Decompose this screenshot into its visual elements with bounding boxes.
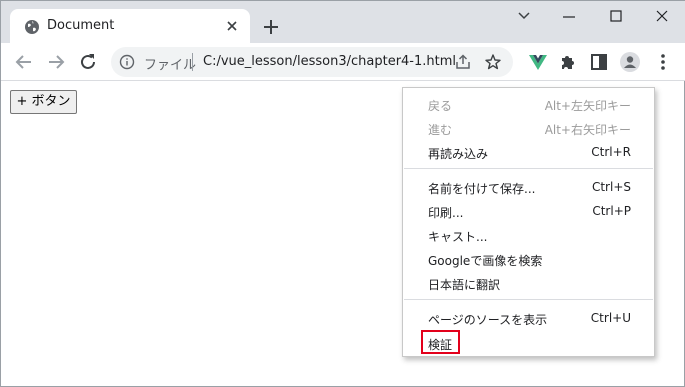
- context-menu: 戻る Alt+左矢印キー 進む Alt+右矢印キー 再読み込み Ctrl+R 名…: [402, 87, 655, 357]
- menu-item-label: 日本語に翻訳: [428, 278, 501, 292]
- side-panel-icon[interactable]: [588, 51, 610, 73]
- profile-icon[interactable]: [619, 51, 641, 73]
- kebab-menu-icon[interactable]: [652, 51, 674, 73]
- menu-item-label: 名前を付けて保存...: [428, 182, 536, 196]
- menu-item-shortcut: Ctrl+P: [592, 204, 631, 218]
- menu-item-back[interactable]: 戻る Alt+左矢印キー: [403, 93, 654, 115]
- plus-icon[interactable]: [261, 17, 281, 37]
- add-button[interactable]: + ボタン: [10, 90, 77, 114]
- reload-icon[interactable]: [77, 51, 99, 73]
- minimize-icon[interactable]: [558, 7, 580, 25]
- menu-item-label: 進む: [428, 123, 453, 137]
- share-icon[interactable]: [454, 53, 472, 71]
- window-close-icon[interactable]: [651, 7, 673, 25]
- omnibox-divider: [192, 53, 193, 71]
- chevron-down-icon[interactable]: [513, 7, 535, 25]
- menu-item-shortcut: Alt+左矢印キー: [544, 99, 631, 113]
- back-icon[interactable]: [13, 51, 35, 73]
- menu-item-save-as[interactable]: 名前を付けて保存... Ctrl+S: [403, 176, 654, 198]
- browser-window: Document ファイル C:/vue_lesson/lesson3/chap…: [0, 0, 685, 387]
- menu-item-shortcut: Ctrl+R: [591, 145, 631, 159]
- menu-item-label: 戻る: [428, 99, 453, 113]
- menu-item-translate[interactable]: 日本語に翻訳: [403, 272, 654, 294]
- tab-document[interactable]: Document: [10, 9, 250, 43]
- globe-icon: [25, 20, 39, 34]
- scheme-label: ファイル: [144, 58, 197, 73]
- vue-devtools-icon[interactable]: [527, 51, 549, 73]
- info-icon[interactable]: [119, 54, 135, 70]
- forward-icon[interactable]: [45, 51, 67, 73]
- tab-title: Document: [47, 18, 115, 33]
- menu-separator: [404, 168, 653, 169]
- menu-item-label: Googleで画像を検索: [428, 254, 543, 268]
- menu-item-shortcut: Alt+右矢印キー: [544, 123, 631, 137]
- menu-item-view-source[interactable]: ページのソースを表示 Ctrl+U: [403, 307, 654, 329]
- menu-separator: [404, 299, 653, 300]
- menu-item-inspect[interactable]: 検証: [403, 330, 654, 354]
- menu-item-reload[interactable]: 再読み込み Ctrl+R: [403, 141, 654, 163]
- tab-strip: Document: [1, 1, 685, 43]
- maximize-icon[interactable]: [605, 7, 627, 25]
- toolbar: ファイル C:/vue_lesson/lesson3/chapter4-1.ht…: [1, 43, 685, 81]
- menu-item-forward[interactable]: 進む Alt+右矢印キー: [403, 117, 654, 139]
- menu-item-label: 印刷...: [428, 206, 464, 220]
- highlight-box: [421, 330, 460, 354]
- menu-item-label: 再読み込み: [428, 147, 489, 161]
- star-icon[interactable]: [484, 53, 502, 71]
- address-bar[interactable]: ファイル C:/vue_lesson/lesson3/chapter4-1.ht…: [111, 47, 513, 77]
- menu-item-print[interactable]: 印刷... Ctrl+P: [403, 200, 654, 222]
- extensions-icon[interactable]: [557, 51, 579, 73]
- menu-item-label: ページのソースを表示: [428, 313, 548, 327]
- menu-item-cast[interactable]: キャスト...: [403, 224, 654, 246]
- menu-item-label: キャスト...: [428, 230, 488, 244]
- menu-item-shortcut: Ctrl+S: [591, 180, 631, 194]
- close-icon[interactable]: [224, 18, 240, 34]
- menu-item-google-image-search[interactable]: Googleで画像を検索: [403, 248, 654, 270]
- menu-item-shortcut: Ctrl+U: [590, 311, 631, 325]
- url-text[interactable]: C:/vue_lesson/lesson3/chapter4-1.html: [203, 54, 456, 69]
